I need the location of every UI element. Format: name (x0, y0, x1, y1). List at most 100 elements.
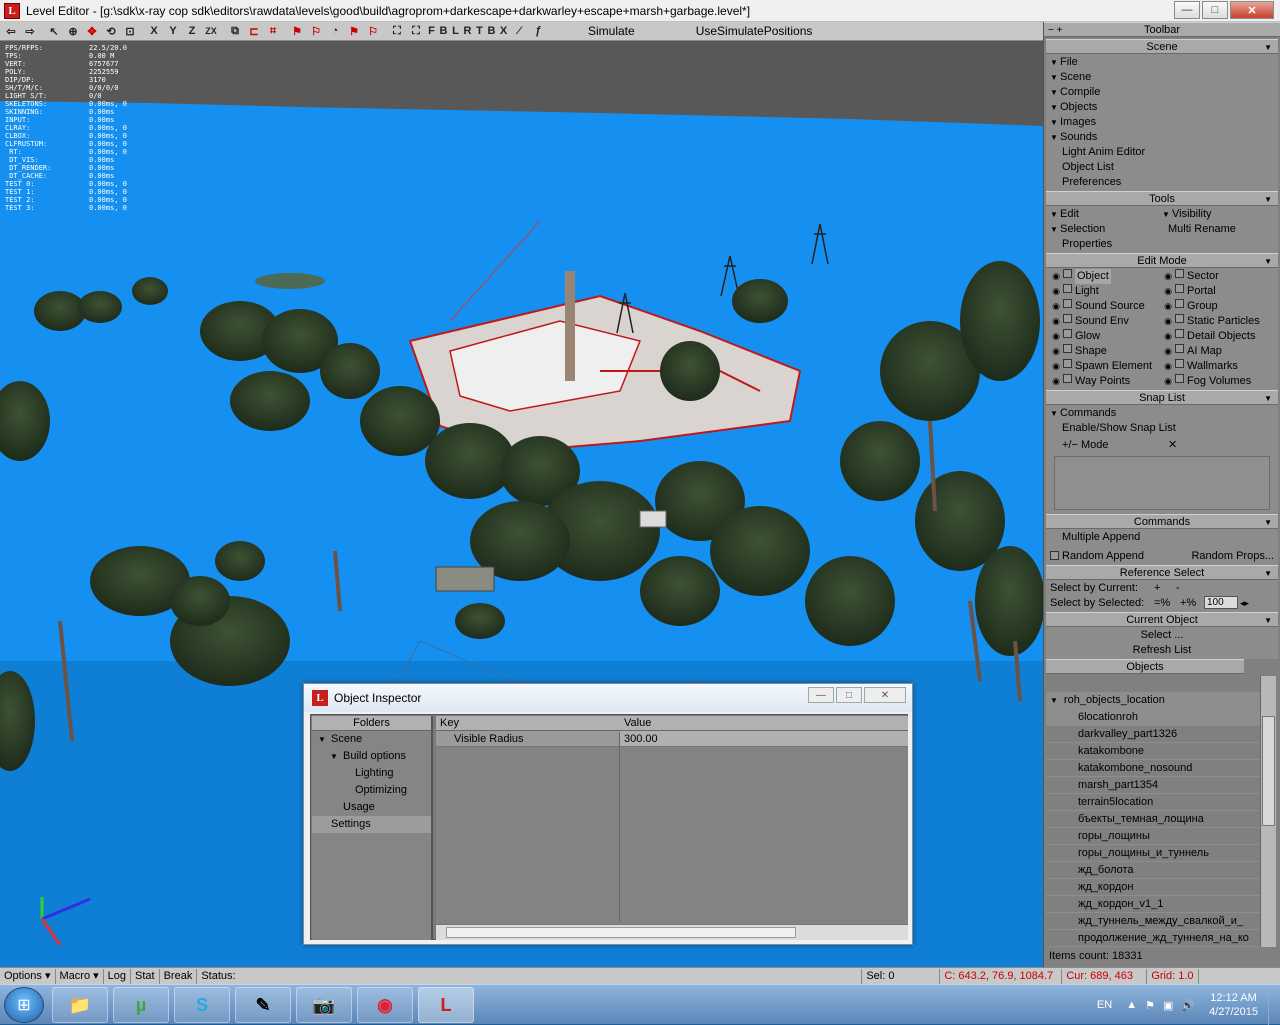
volume-icon[interactable]: 🔊 (1181, 999, 1195, 1012)
scene-images-item[interactable]: ▼ Images (1050, 115, 1274, 130)
snap-scale-icon[interactable]: ⚐ (364, 23, 382, 39)
object-list-item[interactable]: бъекты_темная_лощина (1046, 811, 1260, 828)
objects-scrollbar[interactable] (1260, 676, 1276, 947)
edit-mode-right-item[interactable]: ◉ AI Map (1162, 344, 1274, 359)
visibility-eye-icon[interactable]: ◉ (1050, 269, 1062, 284)
camera-mode-icon[interactable]: ∕ (510, 23, 528, 39)
snap-list-header[interactable]: Snap List ▼ (1046, 390, 1278, 405)
tools-panel-header[interactable]: Tools ▼ (1046, 191, 1278, 206)
snap-clear-button[interactable]: ✕ (1168, 438, 1274, 453)
object-list-item[interactable]: горы_лощины (1046, 828, 1260, 845)
objects-tree[interactable]: ▼ roh_objects_location 6locationroh darkval… (1046, 692, 1260, 947)
edit-mode-checkbox[interactable] (1175, 299, 1184, 308)
edit-mode-right-item[interactable]: ◉ Group (1162, 299, 1274, 314)
axis-y-toggle[interactable]: Y (164, 23, 182, 39)
level-editor-icon[interactable]: L (418, 987, 474, 1023)
visibility-eye-icon[interactable]: ◉ (1050, 284, 1062, 299)
percent-spin-icon[interactable]: ◂▸ (1240, 596, 1249, 611)
object-list-item[interactable]: 6locationroh (1046, 709, 1260, 726)
language-indicator[interactable]: EN (1097, 999, 1112, 1011)
edit-mode-left-item[interactable]: ◉ Object (1050, 269, 1162, 284)
csg-icon[interactable]: ⧉ (226, 23, 244, 39)
snap-object-icon[interactable]: ⚑ (288, 23, 306, 39)
select-cursor-icon[interactable]: ↖ (45, 23, 63, 39)
toolbar-panel-header[interactable]: − + Toolbar (1044, 22, 1280, 37)
folder-expand-icon[interactable]: ▼ (330, 748, 343, 765)
folder-item[interactable]: ▼ Build options (312, 748, 431, 765)
log-button[interactable]: Log (104, 968, 131, 984)
visibility-eye-icon[interactable]: ◉ (1162, 329, 1174, 344)
edit-mode-left-item[interactable]: ◉ Light (1050, 284, 1162, 299)
visibility-eye-icon[interactable]: ◉ (1162, 314, 1174, 329)
edit-mode-checkbox[interactable] (1063, 284, 1072, 293)
snap-commands-item[interactable]: ▼ Commands (1050, 406, 1274, 421)
property-row[interactable]: Visible Radius 300.00 (436, 731, 908, 747)
options-menu[interactable]: Options ▾ (0, 968, 56, 984)
inspector-title-bar[interactable]: L Object Inspector — □ ✕ (304, 684, 912, 712)
edit-mode-checkbox[interactable] (1175, 314, 1184, 323)
visibility-eye-icon[interactable]: ◉ (1050, 299, 1062, 314)
use-simulate-positions-button[interactable]: UseSimulatePositions (696, 24, 813, 38)
scene-file-item[interactable]: ▼ File (1050, 55, 1274, 70)
edit-mode-checkbox[interactable] (1063, 269, 1072, 278)
inspector-minimize-button[interactable]: — (808, 687, 834, 703)
current-object-header[interactable]: Current Object ▼ (1046, 612, 1278, 627)
maximize-button[interactable]: □ (1202, 1, 1228, 19)
utorrent-icon[interactable]: µ (113, 987, 169, 1023)
key-column-header[interactable]: Key (436, 716, 620, 730)
visibility-eye-icon[interactable]: ◉ (1162, 299, 1174, 314)
multiple-append-item[interactable]: Multiple Append (1050, 530, 1274, 545)
grid-snap-icon[interactable]: ⌗ (264, 23, 282, 39)
edit-mode-left-item[interactable]: ◉ Sound Source (1050, 299, 1162, 314)
select-plus-pct[interactable]: +% (1180, 596, 1204, 611)
object-list-item[interactable]: жд_кордон (1046, 879, 1260, 896)
edit-mode-right-item[interactable]: ◉ Static Particles (1162, 314, 1274, 329)
edit-mode-checkbox[interactable] (1175, 329, 1184, 338)
scene-objects-item[interactable]: ▼ Objects (1050, 100, 1274, 115)
snap-angle-icon[interactable]: ◔ (326, 23, 344, 39)
edit-mode-right-item[interactable]: ◉ Portal (1162, 284, 1274, 299)
edit-mode-left-item[interactable]: ◉ Sound Env (1050, 314, 1162, 329)
scene-scene-item[interactable]: ▼ Scene (1050, 70, 1274, 85)
zoom-selected-icon[interactable]: ⛶ (407, 23, 425, 39)
edit-mode-checkbox[interactable] (1175, 269, 1184, 278)
snap-box-icon[interactable]: ⊏ (245, 23, 263, 39)
macro-menu[interactable]: Macro ▾ (56, 968, 104, 984)
value-column-header[interactable]: Value (620, 716, 651, 730)
chrome-icon[interactable]: ◉ (357, 987, 413, 1023)
edit-mode-right-item[interactable]: ◉ Detail Objects (1162, 329, 1274, 344)
snap-list-box[interactable] (1054, 456, 1270, 510)
select-current-plus[interactable]: + (1154, 581, 1176, 596)
object-list-item[interactable]: продолжение_жд_туннеля_на_ко (1046, 930, 1260, 947)
move-icon[interactable]: ✥ (83, 23, 101, 39)
select-eq-pct[interactable]: =% (1154, 596, 1180, 611)
folder-item[interactable]: Optimizing (312, 782, 431, 799)
scene-compile-item[interactable]: ▼ Compile (1050, 85, 1274, 100)
visibility-eye-icon[interactable]: ◉ (1050, 329, 1062, 344)
edit-mode-checkbox[interactable] (1063, 344, 1072, 353)
axis-x-toggle[interactable]: X (145, 23, 163, 39)
undo-arrow-icon[interactable]: ⇦ (2, 23, 20, 39)
object-list-item[interactable]: katakombone (1046, 743, 1260, 760)
object-list-item[interactable]: Object List (1050, 160, 1274, 175)
view-front-button[interactable]: F (426, 23, 437, 39)
windows-start-icon[interactable]: ⊞ (4, 987, 44, 1023)
tools-visibility-item[interactable]: ▼ Visibility (1162, 207, 1274, 222)
folder-expand-icon[interactable]: ▼ (318, 731, 331, 748)
axis-zx-toggle[interactable]: ZX (202, 23, 220, 39)
snap-mode-button[interactable]: +/− Mode (1050, 438, 1168, 453)
edit-mode-left-item[interactable]: ◉ Shape (1050, 344, 1162, 359)
camera-fly-icon[interactable]: ƒ (529, 23, 547, 39)
folder-item[interactable]: Usage (312, 799, 431, 816)
visibility-eye-icon[interactable]: ◉ (1050, 344, 1062, 359)
tray-arrow-icon[interactable]: ▲ (1126, 999, 1137, 1011)
folder-item[interactable]: Lighting (312, 765, 431, 782)
inspector-close-button[interactable]: ✕ (864, 687, 906, 703)
scene-panel-header[interactable]: Scene ▼ (1046, 39, 1278, 54)
percent-input[interactable]: 100 (1204, 596, 1238, 609)
scale-icon[interactable]: ⊡ (121, 23, 139, 39)
select-button[interactable]: Select ... (1050, 628, 1274, 643)
edit-mode-checkbox[interactable] (1063, 314, 1072, 323)
refresh-list-button[interactable]: Refresh List (1050, 643, 1274, 658)
simulate-button[interactable]: Simulate (588, 24, 635, 38)
